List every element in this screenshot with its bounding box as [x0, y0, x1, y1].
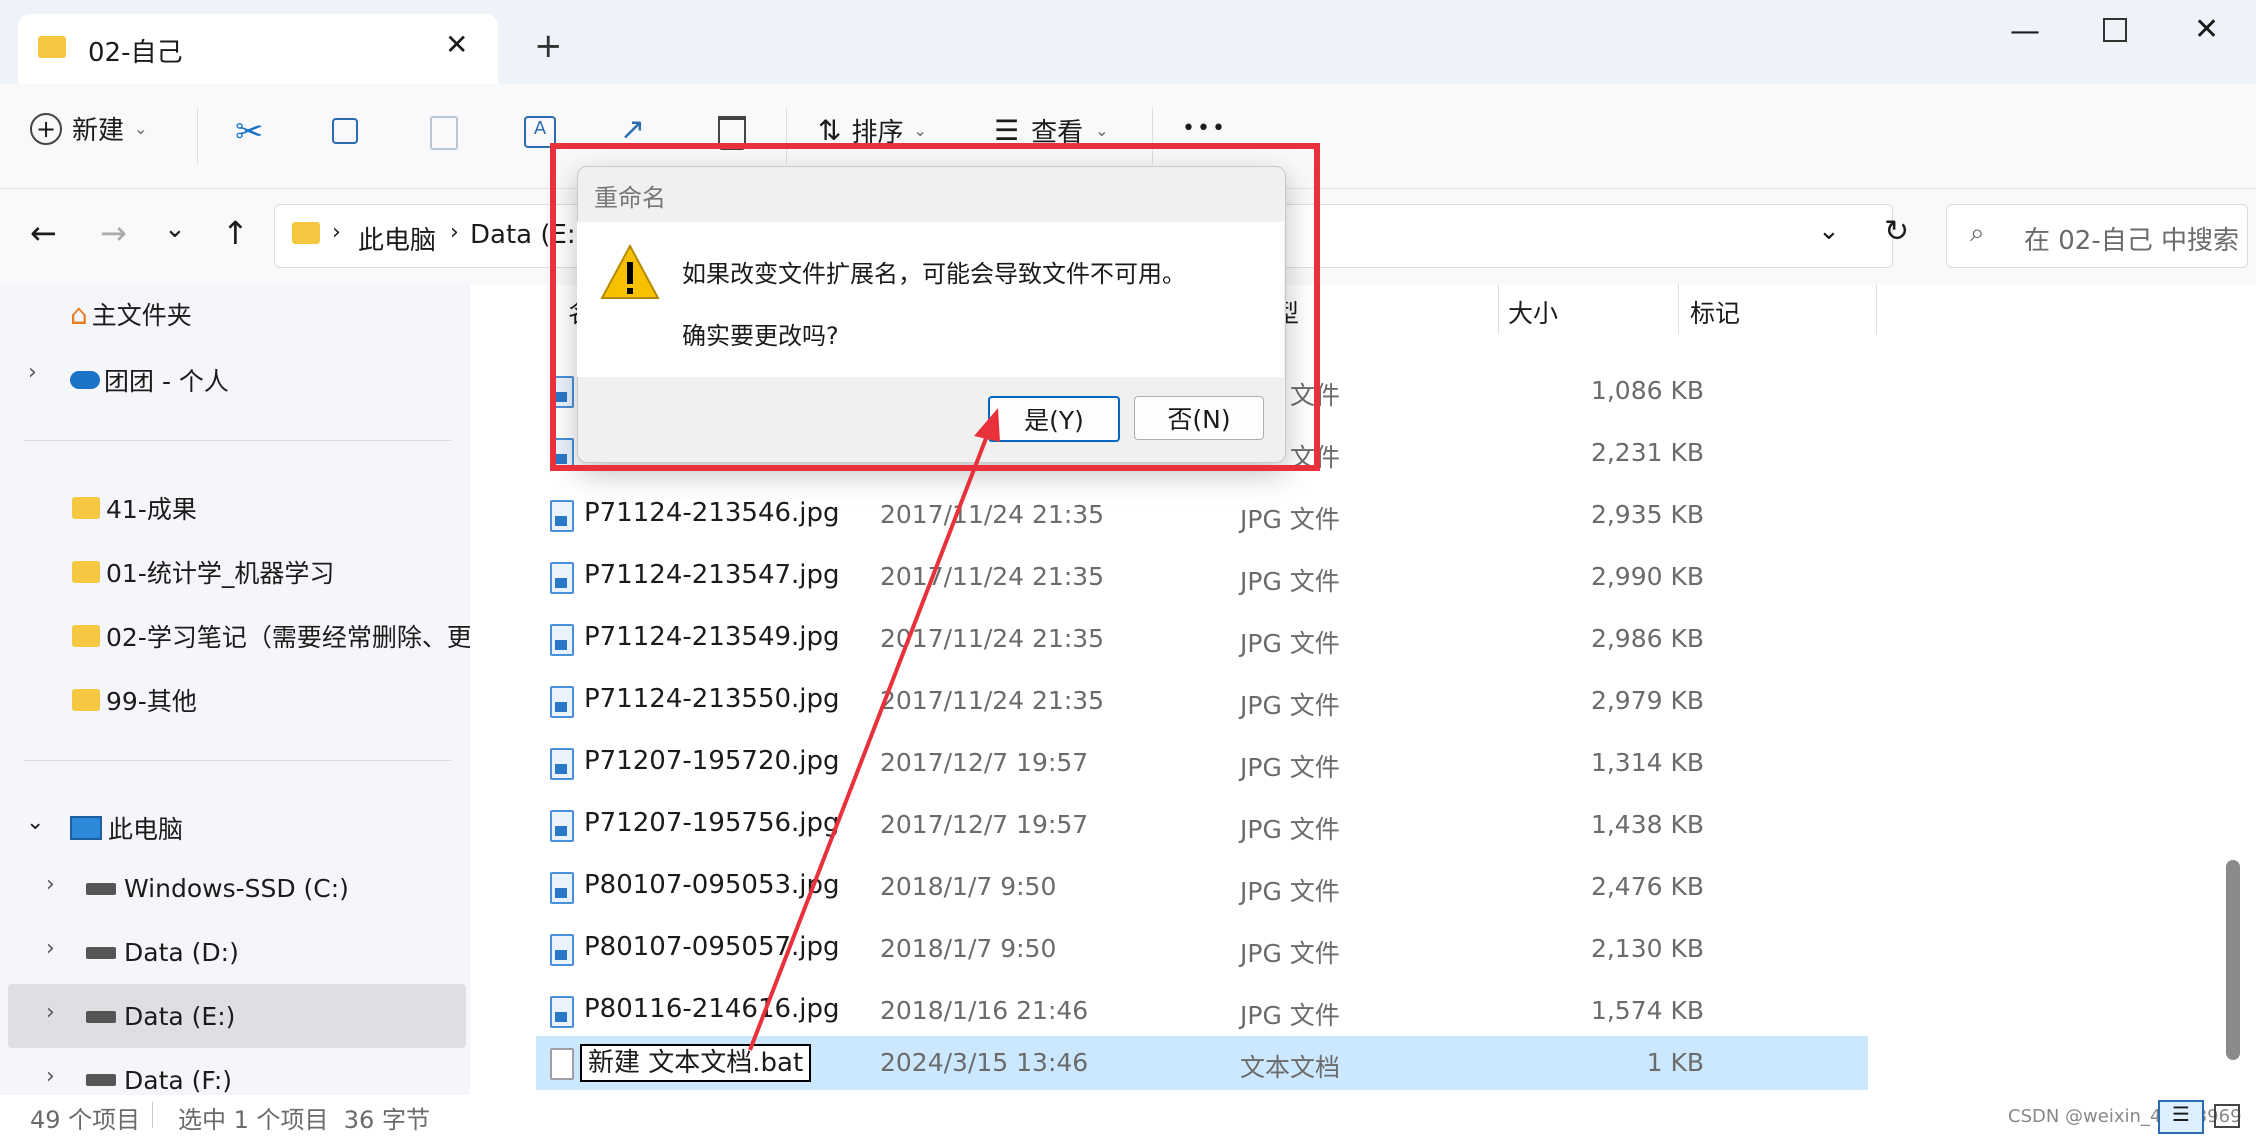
- annotation-arrow: [748, 408, 1000, 1051]
